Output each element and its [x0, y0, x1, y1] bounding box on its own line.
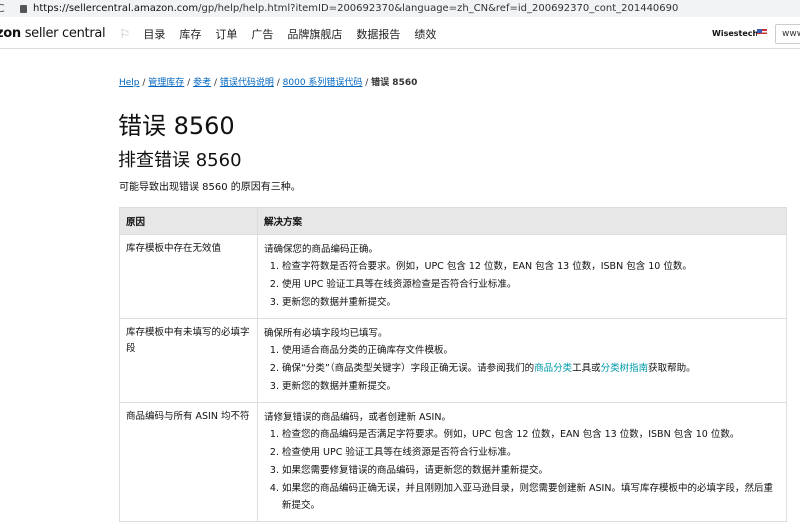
menu-catalog[interactable]: 目录 — [143, 26, 165, 42]
main-menu: 目录 库存 订单 广告 品牌旗舰店 数据报告 绩效 — [143, 26, 450, 42]
top-nav: zon seller central ⚐ 目录 库存 订单 广告 品牌旗舰店 数… — [0, 19, 800, 49]
step: 检查字符数是否符合要求。例如，UPC 包含 12 位数，EAN 包含 13 位数… — [282, 258, 780, 275]
reload-icon[interactable]: C — [0, 2, 5, 15]
breadcrumb-manage-inventory[interactable]: 管理库存 — [148, 78, 184, 88]
step: 如果您的商品编码正确无误，并且刚刚加入亚马逊目录，则您需要创建新 ASIN。填写… — [282, 480, 780, 514]
error-table: 原因解决方案 库存模板中存在无效值 请确保您的商品编码正确。 检查字符数是否符合… — [119, 207, 787, 522]
product-category-link[interactable]: 商品分类 — [534, 363, 572, 374]
breadcrumb: Help / 管理库存 / 参考 / 错误代码说明 / 8000 系列错误代码 … — [119, 78, 418, 88]
breadcrumb-current: 错误 8560 — [371, 78, 418, 88]
url-path: /gp/help/help.html?itemID=200692370&lang… — [198, 3, 679, 14]
solution-cell: 确保所有必填字段均已填写。 使用适合商品分类的正确库存文件模板。 确保“分类”（… — [257, 318, 787, 403]
page-subtitle: 排查错误 8560 — [118, 150, 242, 171]
step: 检查使用 UPC 验证工具等在线资源是否符合行业标准。 — [282, 444, 780, 461]
step: 更新您的数据并重新提交。 — [282, 378, 780, 395]
url-host: https://sellercentral.amazon.com — [33, 3, 199, 14]
header-cause: 原因 — [119, 207, 258, 235]
menu-inventory[interactable]: 库存 — [179, 26, 201, 42]
page-title: 错误 8560 — [118, 112, 235, 140]
table-row: 库存模板中有未填写的必填字段 确保所有必填字段均已填写。 使用适合商品分类的正确… — [119, 318, 787, 403]
intro-text: 可能导致出现错误 8560 的原因有三种。 — [119, 182, 301, 193]
solution-cell: 请修复错误的商品编码，或者创建新 ASIN。 检查您的商品编码是否满足字符要求。… — [257, 402, 787, 522]
menu-orders[interactable]: 订单 — [215, 26, 237, 42]
table-row: 库存模板中存在无效值 请确保您的商品编码正确。 检查字符数是否符合要求。例如，U… — [119, 234, 787, 319]
menu-performance[interactable]: 绩效 — [414, 26, 436, 42]
step: 确保“分类”（商品类型关键字）字段正确无误。请参阅我们的商品分类工具或分类树指南… — [282, 360, 780, 377]
breadcrumb-help[interactable]: Help — [119, 78, 140, 88]
cause-cell: 库存模板中有未填写的必填字段 — [119, 318, 258, 403]
logo[interactable]: zon seller central — [0, 26, 106, 41]
us-flag-icon[interactable] — [757, 29, 767, 36]
flag-icon[interactable]: ⚐ — [119, 27, 131, 41]
solution-lead: 确保所有必填字段均已填写。 — [264, 328, 388, 339]
breadcrumb-8000-series[interactable]: 8000 系列错误代码 — [283, 78, 363, 88]
menu-stores[interactable]: 品牌旗舰店 — [287, 26, 342, 42]
table-row: 商品编码与所有 ASIN 均不符 请修复错误的商品编码，或者创建新 ASIN。 … — [119, 402, 787, 522]
solution-lead: 请修复错误的商品编码，或者创建新 ASIN。 — [264, 412, 451, 423]
account-name[interactable]: Wisestech — [712, 29, 758, 38]
step: 使用 UPC 验证工具等在线资源检查是否符合行业标准。 — [282, 276, 780, 293]
cause-cell: 商品编码与所有 ASIN 均不符 — [119, 402, 258, 522]
step: 检查您的商品编码是否满足字符要求。例如，UPC 包含 12 位数，EAN 包含 … — [282, 426, 780, 443]
address-bar[interactable]: C https://sellercentral.amazon.com/gp/he… — [0, 0, 800, 17]
breadcrumb-error-codes[interactable]: 错误代码说明 — [220, 78, 274, 88]
header-solution: 解决方案 — [257, 207, 787, 235]
cause-cell: 库存模板中存在无效值 — [119, 234, 258, 319]
menu-advertising[interactable]: 广告 — [251, 26, 273, 42]
menu-reports[interactable]: 数据报告 — [356, 26, 400, 42]
search-input[interactable]: www. — [775, 24, 800, 44]
lock-icon — [20, 4, 27, 13]
step: 使用适合商品分类的正确库存文件模板。 — [282, 342, 780, 359]
step: 如果您需要修复错误的商品编码，请更新您的数据并重新提交。 — [282, 462, 780, 479]
breadcrumb-reference[interactable]: 参考 — [193, 78, 211, 88]
solution-lead: 请确保您的商品编码正确。 — [264, 244, 379, 255]
category-tree-guide-link[interactable]: 分类树指南 — [601, 363, 649, 374]
solution-cell: 请确保您的商品编码正确。 检查字符数是否符合要求。例如，UPC 包含 12 位数… — [257, 234, 787, 319]
step: 更新您的数据并重新提交。 — [282, 294, 780, 311]
